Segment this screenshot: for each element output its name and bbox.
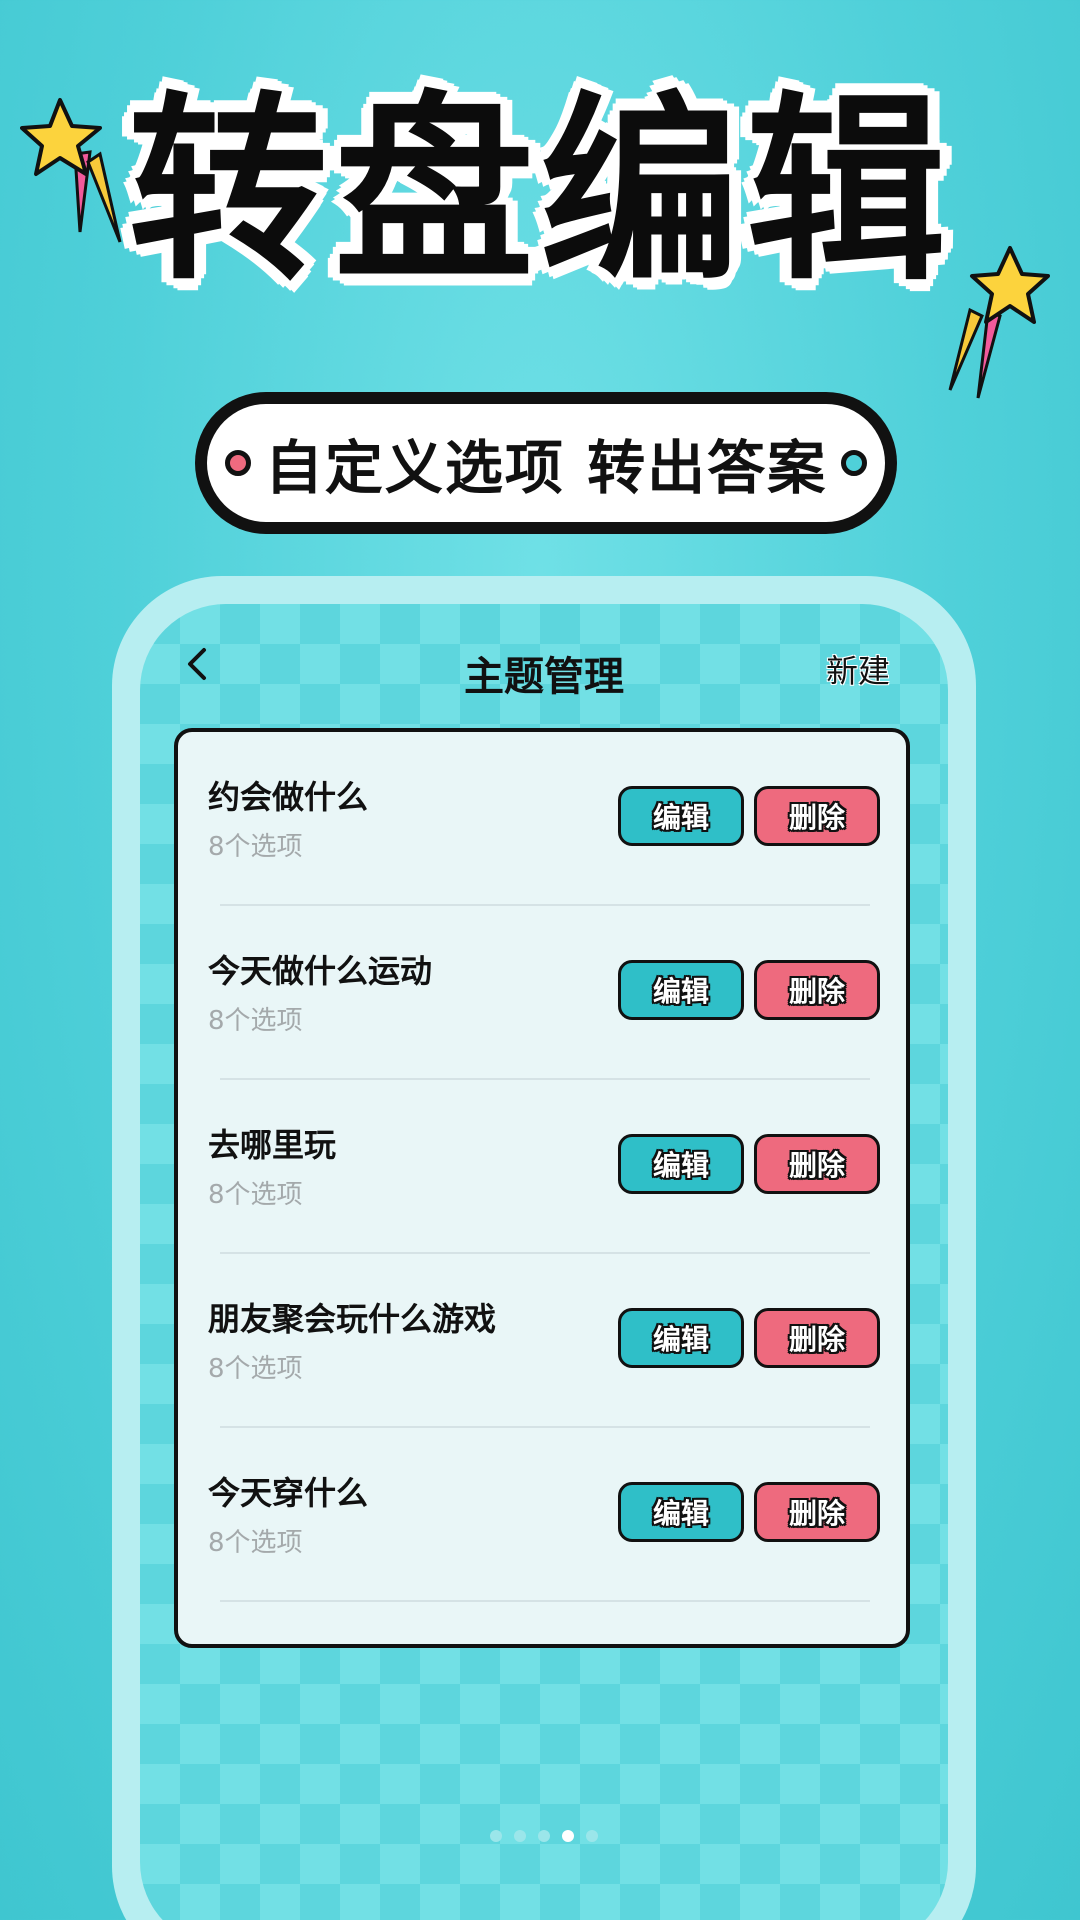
edit-button[interactable]: 编辑 [618,1482,744,1542]
theme-name: 今天做什么运动 [208,952,433,990]
theme-row: 今天穿什么 8个选项 编辑 删除 [178,1428,906,1602]
theme-name: 约会做什么 [208,778,369,816]
page-dot-active[interactable] [562,1830,574,1842]
page-dot[interactable] [514,1830,526,1842]
theme-name: 朋友聚会玩什么游戏 [208,1300,497,1338]
top-bar: 主题管理 新建 [140,604,948,714]
star-icon-right [948,246,1050,399]
phone-frame: 主题管理 新建 约会做什么 8个选项 编辑 删除 今天做什么运动 8个选项 编辑… [112,576,976,1920]
theme-name: 去哪里玩 [208,1126,337,1164]
edit-button[interactable]: 编辑 [618,960,744,1020]
delete-button[interactable]: 删除 [754,1482,880,1542]
theme-row: 朋友聚会玩什么游戏 8个选项 编辑 删除 [178,1254,906,1428]
theme-option-count: 8个选项 [208,1528,303,1558]
edit-button[interactable]: 编辑 [618,1308,744,1368]
delete-button[interactable]: 删除 [754,786,880,846]
star-icon-left [20,98,122,243]
theme-row: 约会做什么 8个选项 编辑 删除 [178,732,906,906]
phone-screen: 主题管理 新建 约会做什么 8个选项 编辑 删除 今天做什么运动 8个选项 编辑… [140,604,948,1920]
subtitle-text: 自定义选项 转出答案 [264,434,828,502]
hero-title: 转盘编辑 [127,75,952,308]
new-theme-button[interactable]: 新建 [826,646,890,692]
theme-option-count: 8个选项 [208,1006,303,1036]
subtitle-pill: 自定义选项 转出答案 [195,392,897,534]
theme-option-count: 8个选项 [208,1354,303,1384]
theme-option-count: 8个选项 [208,1180,303,1210]
edit-button[interactable]: 编辑 [618,1134,744,1194]
delete-button[interactable]: 删除 [754,1134,880,1194]
page-dot[interactable] [586,1830,598,1842]
row-divider [220,1600,870,1602]
dot-icon-pink [225,450,251,476]
delete-button[interactable]: 删除 [754,1308,880,1368]
delete-button[interactable]: 删除 [754,960,880,1020]
theme-row: 去哪里玩 8个选项 编辑 删除 [178,1080,906,1254]
theme-name: 今天穿什么 [208,1474,369,1512]
theme-row: 今天做什么运动 8个选项 编辑 删除 [178,906,906,1080]
theme-list-card: 约会做什么 8个选项 编辑 删除 今天做什么运动 8个选项 编辑 删除 去哪里玩… [174,728,910,1648]
page-dot[interactable] [490,1830,502,1842]
page-dot[interactable] [538,1830,550,1842]
theme-option-count: 8个选项 [208,832,303,862]
pagination-dots [140,1830,948,1842]
dot-icon-cyan [841,450,867,476]
edit-button[interactable]: 编辑 [618,786,744,846]
